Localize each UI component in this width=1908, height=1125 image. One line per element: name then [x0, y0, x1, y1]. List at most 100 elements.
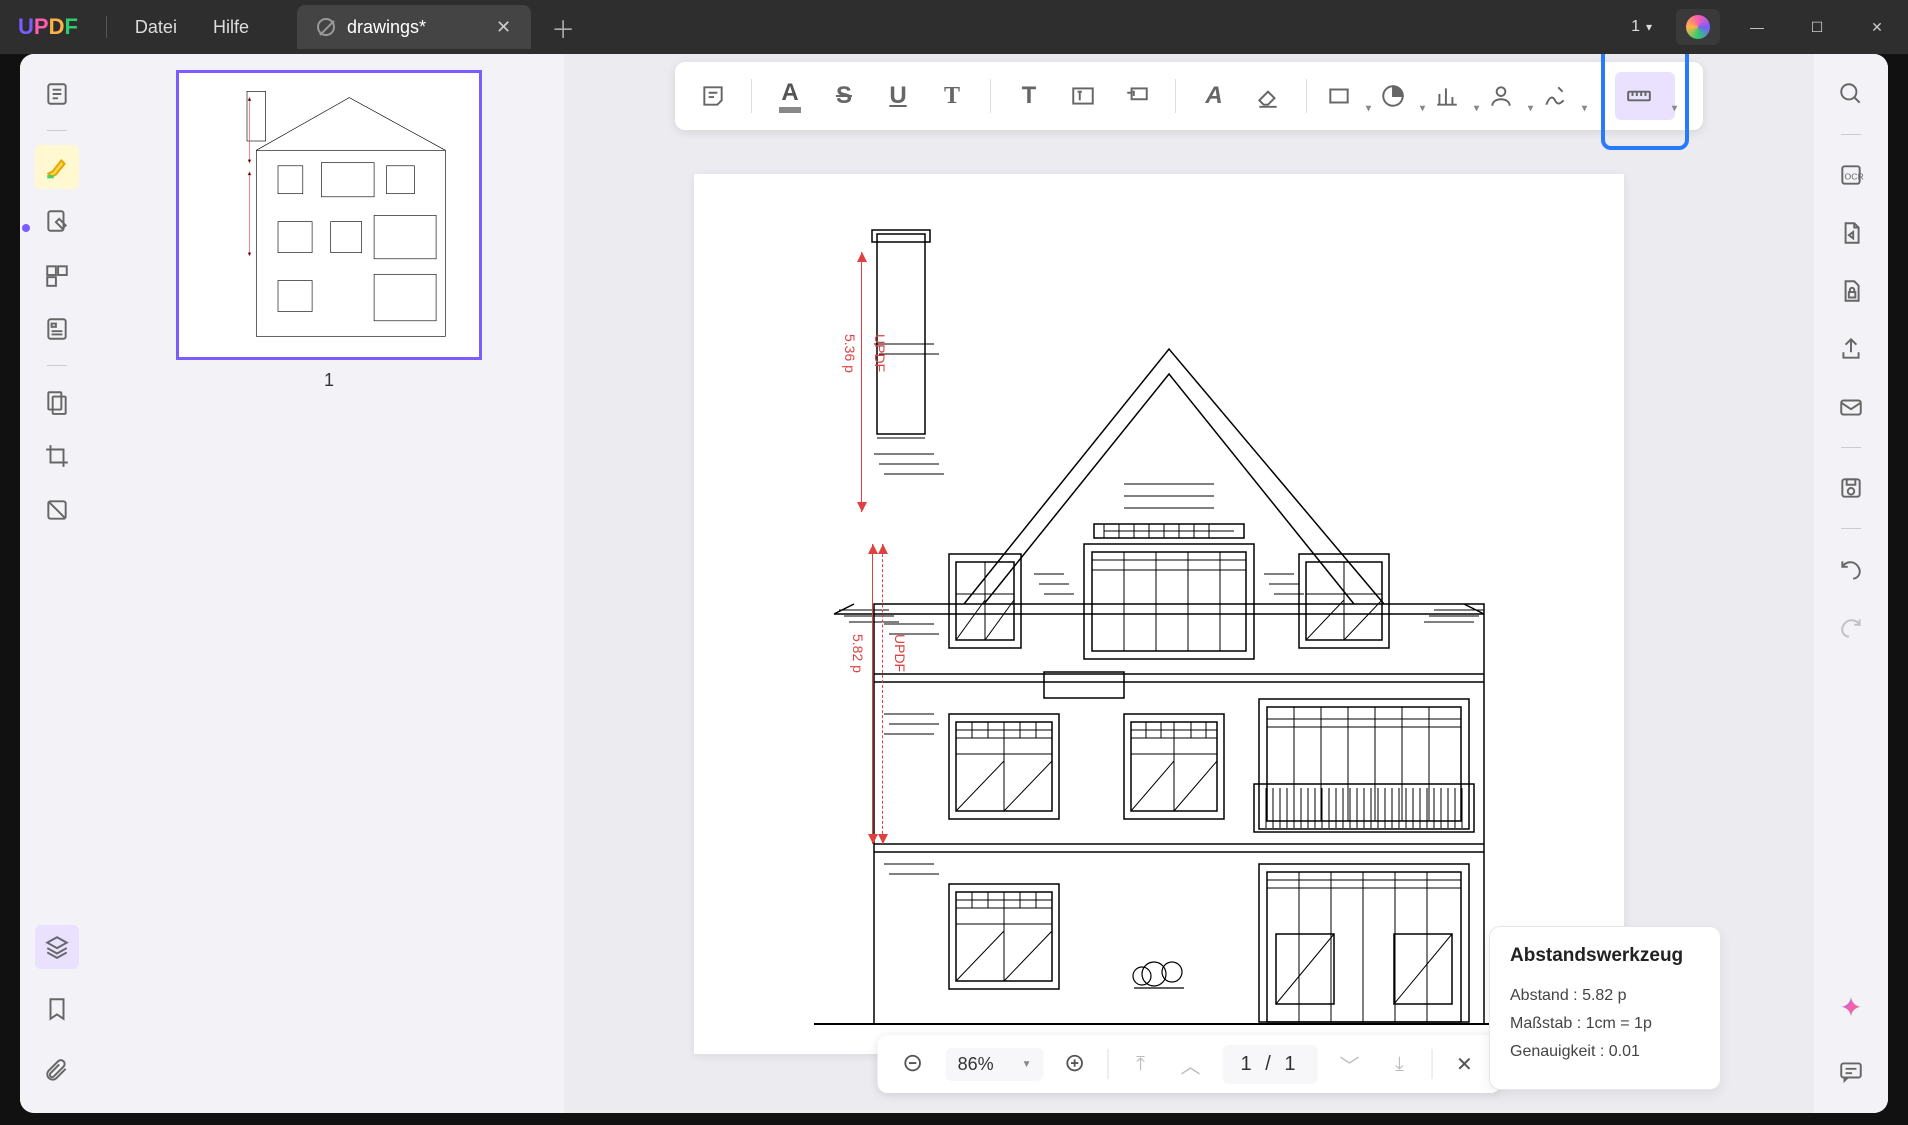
paperclip-icon	[44, 1058, 70, 1084]
text-button[interactable]: T	[1005, 72, 1053, 120]
measure-label-2: UPDF	[892, 634, 908, 672]
share-button[interactable]	[1829, 327, 1873, 371]
reader-mode-button[interactable]	[35, 72, 79, 116]
prev-page-button[interactable]: ︿	[1173, 1046, 1209, 1082]
controls-separator	[1108, 1049, 1109, 1079]
sidebar-divider	[47, 130, 67, 131]
measure-scale-label: Maßstab :	[1510, 1015, 1581, 1032]
tab-document-icon	[317, 18, 335, 36]
measure-value-2: 5.82 p	[850, 634, 866, 673]
ai-assistant-button[interactable]	[1676, 9, 1720, 45]
squiggly-button[interactable]: T	[928, 72, 976, 120]
next-page-button[interactable]: ﹀	[1331, 1046, 1367, 1082]
organize-mode-button[interactable]	[35, 253, 79, 297]
toolbar-separator	[1306, 79, 1307, 113]
shape-dropdown[interactable]	[1321, 72, 1369, 120]
ruler-icon	[1626, 83, 1652, 109]
ai-icon	[1686, 15, 1710, 39]
window-close-button[interactable]: ✕	[1854, 9, 1900, 45]
titlebar-page-indicator[interactable]: 1 ▾	[1621, 18, 1662, 36]
ai-chat-button[interactable]: ✦	[1829, 985, 1873, 1029]
strikethrough-button[interactable]: S	[820, 72, 868, 120]
zoom-value: 86%	[958, 1054, 994, 1075]
callout-button[interactable]	[1113, 72, 1161, 120]
toolbar-separator	[990, 79, 991, 113]
main-area: 1 A S U T T A	[20, 54, 1888, 1113]
window-minimize-button[interactable]: —	[1734, 9, 1780, 45]
add-tab-button[interactable]: ＋	[537, 10, 589, 45]
svg-text:OCR: OCR	[1845, 171, 1864, 181]
export-button[interactable]	[1829, 211, 1873, 255]
menu-separator	[106, 16, 107, 38]
protect-button[interactable]	[1829, 269, 1873, 313]
bookmark-icon	[44, 996, 70, 1022]
measure-distance-row: Abstand : 5.82 p	[1510, 987, 1700, 1005]
measure-distance-value: 5.82 p	[1582, 987, 1626, 1004]
annotation-toolbar: A S U T T A	[675, 62, 1703, 130]
ocr-button[interactable]: OCR	[1829, 153, 1873, 197]
pdf-page[interactable]: 5.36 p UPDF 5.82 p UPDF	[694, 174, 1624, 1054]
architectural-drawing	[694, 174, 1624, 1054]
eraser-button[interactable]	[1244, 72, 1292, 120]
bookmark-button[interactable]	[35, 987, 79, 1031]
thumbnail-item[interactable]: 1	[154, 70, 504, 391]
measure-arrow-2[interactable]	[882, 544, 883, 844]
comments-panel-button[interactable]	[1829, 1049, 1873, 1093]
form-mode-button[interactable]	[35, 307, 79, 351]
layers-button[interactable]	[35, 925, 79, 969]
crop-button[interactable]	[35, 434, 79, 478]
redo-button[interactable]	[1829, 605, 1873, 649]
sidebar-divider	[1841, 528, 1861, 529]
redact-icon	[44, 497, 70, 523]
tools-button[interactable]	[35, 380, 79, 424]
redact-button[interactable]	[35, 488, 79, 532]
menu-file[interactable]: Datei	[117, 17, 195, 38]
search-button[interactable]	[1829, 72, 1873, 116]
attachment-button[interactable]	[35, 1049, 79, 1093]
zoom-out-button[interactable]	[896, 1046, 932, 1082]
measure-tool-highlight	[1601, 54, 1689, 150]
stamp-dropdown[interactable]	[1429, 72, 1477, 120]
close-controls-button[interactable]: ✕	[1446, 1046, 1482, 1082]
measure-distance-label: Abstand :	[1510, 987, 1578, 1004]
zoom-level-dropdown[interactable]: 86% ▼	[946, 1048, 1044, 1081]
zoom-in-button[interactable]	[1058, 1046, 1094, 1082]
canvas-area[interactable]: A S U T T A	[564, 54, 1814, 1113]
menu-help[interactable]: Hilfe	[195, 17, 267, 38]
tab-close-button[interactable]: ✕	[496, 17, 511, 38]
measure-scale-row: Maßstab : 1cm = 1p	[1510, 1015, 1700, 1033]
undo-button[interactable]	[1829, 547, 1873, 591]
measure-tool-button[interactable]	[1615, 72, 1675, 120]
page-total: 1	[1284, 1053, 1299, 1075]
sign-dropdown[interactable]	[1537, 72, 1585, 120]
measure-tooltip-title: Abstandswerkzeug	[1510, 945, 1700, 967]
underline-button[interactable]: U	[874, 72, 922, 120]
textbox-button[interactable]	[1059, 72, 1107, 120]
edit-document-icon	[44, 208, 70, 234]
toolbar-separator	[751, 79, 752, 113]
active-indicator-dot	[22, 224, 30, 232]
measure-arrow-2-solid	[872, 544, 873, 844]
comment-mode-button[interactable]	[35, 145, 79, 189]
measure-precision-value: 0.01	[1609, 1043, 1640, 1060]
edit-mode-button[interactable]	[35, 199, 79, 243]
window-maximize-button[interactable]: ☐	[1794, 9, 1840, 45]
pencil-button[interactable]: A	[1190, 72, 1238, 120]
last-page-button[interactable]: ⤓	[1381, 1046, 1417, 1082]
signature-dropdown[interactable]	[1483, 72, 1531, 120]
comment-list-icon	[1838, 1058, 1864, 1084]
save-button[interactable]	[1829, 466, 1873, 510]
chevron-down-icon: ▾	[1646, 20, 1652, 34]
measure-scale-value: 1cm = 1p	[1586, 1015, 1652, 1032]
measure-value-1: 5.36 p	[842, 334, 858, 373]
email-button[interactable]	[1829, 385, 1873, 429]
page-number-field[interactable]: 1 / 1	[1223, 1045, 1318, 1084]
thumbnail-page-1[interactable]	[176, 70, 482, 360]
share-icon	[1838, 336, 1864, 362]
first-page-button[interactable]: ⤒	[1123, 1046, 1159, 1082]
sticker-dropdown[interactable]	[1375, 72, 1423, 120]
sticky-note-button[interactable]	[689, 72, 737, 120]
highlight-button[interactable]: A	[766, 72, 814, 120]
document-tab[interactable]: drawings* ✕	[297, 5, 531, 49]
textbox-icon	[1070, 83, 1096, 109]
